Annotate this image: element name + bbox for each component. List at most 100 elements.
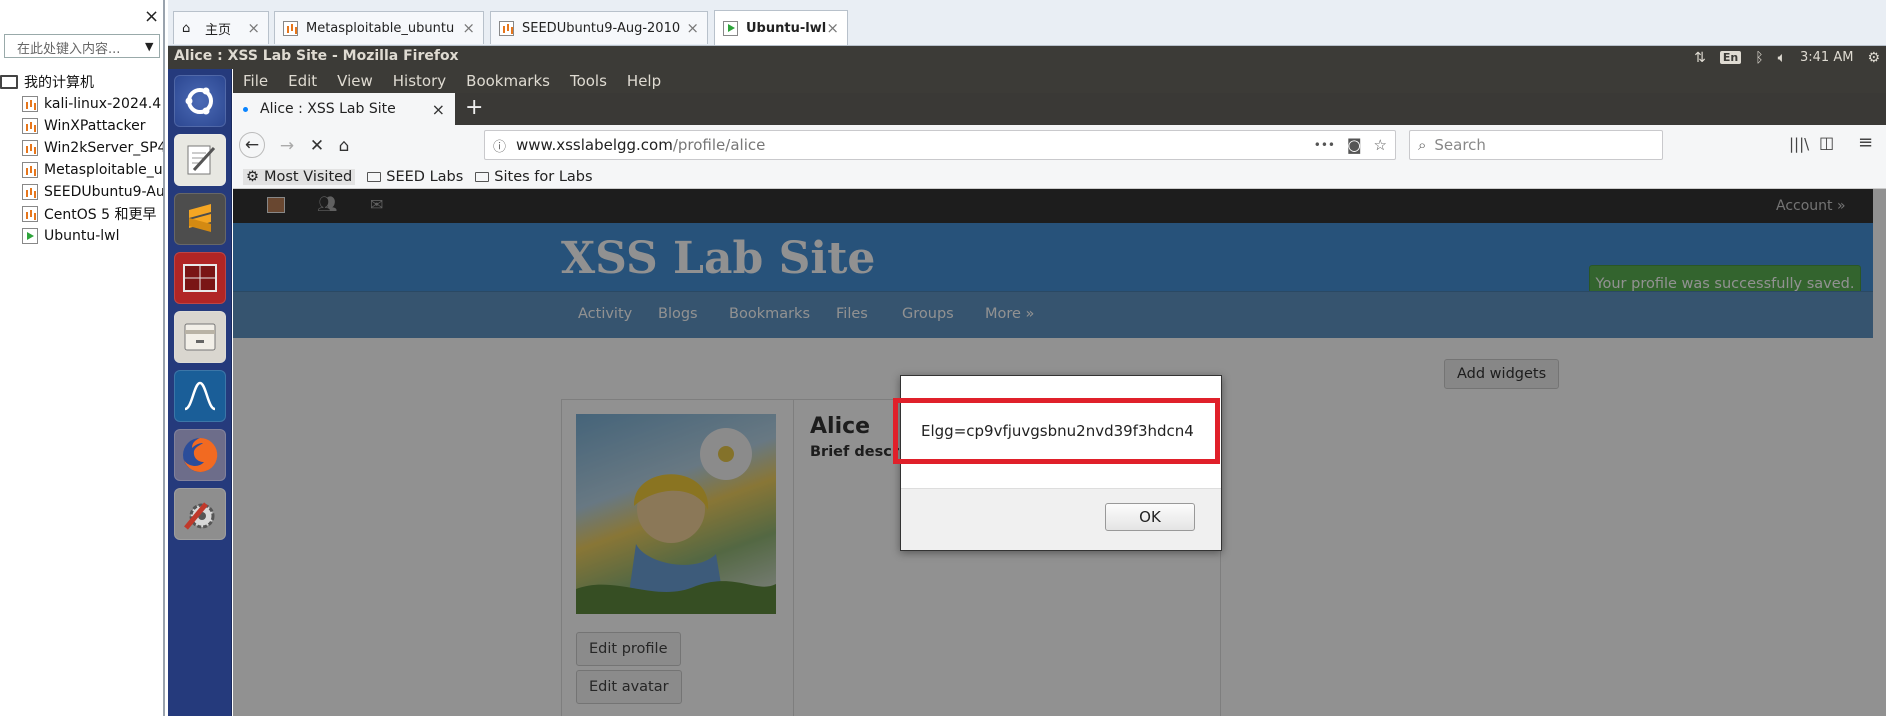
menu-tools[interactable]: Tools [570, 72, 607, 90]
vm-label: SEEDUbuntu9-Aug-2010 [44, 184, 163, 200]
network-icon[interactable]: ⇅ [1694, 50, 1706, 66]
tree-item-vm-active[interactable]: Ubuntu-lwl [22, 225, 163, 247]
loading-indicator [243, 106, 248, 112]
bookmark-label: Most Visited [264, 168, 353, 185]
ubuntu-top-panel: Alice : XSS Lab Site - Mozilla Firefox ⇅… [168, 46, 1886, 69]
gear-icon: ⚙ [246, 168, 259, 185]
library-icon[interactable]: |||\ [1789, 135, 1809, 153]
info-icon[interactable]: ⓘ [493, 136, 506, 155]
hamburger-menu-icon[interactable]: ≡ [1858, 132, 1873, 153]
vm-label: kali-linux-2024.4 [44, 96, 162, 112]
bookmark-label: SEED Labs [386, 168, 464, 185]
window-title: Alice : XSS Lab Site - Mozilla Firefox [174, 48, 459, 64]
page-actions-icon[interactable]: ••• [1314, 138, 1335, 152]
menu-bookmarks[interactable]: Bookmarks [466, 72, 550, 90]
tab-label: Ubuntu-lwl [746, 20, 827, 36]
bookmark-star-icon[interactable]: ☆ [1374, 136, 1387, 154]
tree-item-vm[interactable]: CentOS 5 和更早 [22, 203, 163, 225]
ubuntu-dash-icon[interactable] [174, 75, 226, 127]
menu-history[interactable]: History [393, 72, 446, 90]
home-button[interactable]: ⌂ [332, 134, 356, 158]
pocket-icon[interactable]: ◙ [1347, 136, 1362, 154]
text-editor-icon[interactable] [174, 134, 226, 186]
firefox-navbar: ← → ✕ ⌂ ⓘ www.xsslabelgg.com/profile/ali… [233, 125, 1886, 165]
tree-item-vm[interactable]: Metasploitable_ubuntu [22, 159, 163, 181]
keyboard-layout-indicator[interactable]: En [1719, 51, 1742, 64]
new-tab-button[interactable]: + [465, 95, 483, 120]
close-icon[interactable]: × [462, 19, 475, 37]
sidebar-icon[interactable]: ◫ [1819, 133, 1834, 152]
vm-search-input[interactable]: ? 在此处键入内容... [4, 34, 160, 58]
sublime-text-icon[interactable] [174, 193, 226, 245]
tree-item-vm[interactable]: WinXPattacker [22, 115, 163, 137]
computer-icon [0, 75, 18, 89]
vm-label: Ubuntu-lwl [44, 228, 120, 244]
close-icon[interactable]: × [686, 19, 699, 37]
alert-footer: OK [901, 488, 1221, 550]
bookmark-most-visited[interactable]: ⚙ Most Visited [243, 168, 356, 185]
search-icon: ⌕ [1418, 136, 1427, 154]
vm-library-panel: × ? 在此处键入内容... ▼ 我的计算机 kali-linux-2024.4… [0, 0, 165, 716]
search-placeholder: Search [1434, 136, 1486, 154]
tree-item-vm[interactable]: Win2kServer_SP4 [22, 137, 163, 159]
firefox-tab-strip: Alice : XSS Lab Site × + [233, 93, 1886, 125]
home-icon: ⌂ [182, 20, 191, 36]
menu-file[interactable]: File [243, 72, 268, 90]
tree-item-vm[interactable]: kali-linux-2024.4 [22, 93, 163, 115]
close-icon[interactable]: × [144, 6, 159, 27]
chevron-down-icon[interactable]: ▼ [145, 40, 153, 53]
gear-icon[interactable]: ⚙ [1867, 50, 1880, 66]
forward-button[interactable]: → [275, 134, 299, 158]
tree-item-vm[interactable]: SEEDUbuntu9-Aug-2010 [22, 181, 163, 203]
ok-button[interactable]: OK [1105, 503, 1195, 531]
running-vm-icon [22, 228, 38, 244]
browser-tab-active[interactable]: Alice : XSS Lab Site × [233, 93, 455, 125]
bookmark-sites-for-labs[interactable]: Sites for Labs [475, 169, 593, 185]
search-input[interactable]: ⌕ Search [1409, 130, 1663, 160]
close-icon[interactable]: × [247, 19, 260, 37]
menu-help[interactable]: Help [627, 72, 661, 90]
vm-icon [283, 20, 298, 36]
vm-label: WinXPattacker [44, 118, 146, 134]
unity-launcher [168, 69, 232, 716]
vm-tab-bar: ⌂ 主页 × Metasploitable_ubuntu × SEEDUbunt… [168, 0, 1886, 46]
tab-home[interactable]: ⌂ 主页 × [173, 11, 269, 44]
firefox-menubar: File Edit View History Bookmarks Tools H… [233, 69, 1886, 93]
wireshark-icon[interactable] [174, 370, 226, 422]
tab-ubuntu-lwl[interactable]: Ubuntu-lwl × [714, 10, 848, 45]
tab-metasploitable[interactable]: Metasploitable_ubuntu × [274, 11, 484, 44]
red-highlight-annotation [893, 398, 1220, 464]
system-tray: ⇅ En ᛒ 🔈︎ 3:41 AM ⚙ [1694, 46, 1880, 69]
folder-icon [367, 171, 382, 182]
vm-icon [22, 96, 38, 112]
stop-button[interactable]: ✕ [305, 134, 329, 158]
bookmark-seed-labs[interactable]: SEED Labs [367, 169, 463, 185]
bluetooth-icon[interactable]: ᛒ [1755, 50, 1763, 66]
vm-icon [22, 140, 38, 156]
terminal-icon[interactable] [174, 252, 226, 304]
vm-label: Metasploitable_ubuntu [44, 162, 163, 178]
vm-label: CentOS 5 和更早 [44, 207, 157, 223]
tab-label: SEEDUbuntu9-Aug-2010 [522, 20, 681, 36]
volume-icon[interactable]: 🔈︎ [1778, 50, 1786, 66]
bookmarks-toolbar: ⚙ Most Visited SEED Labs Sites for Labs [233, 165, 1886, 189]
close-icon[interactable]: × [432, 100, 445, 119]
tree-root-my-computer[interactable]: 我的计算机 [0, 71, 163, 93]
running-vm-icon [723, 20, 738, 36]
tree-root-label: 我的计算机 [24, 75, 94, 91]
system-settings-icon[interactable] [174, 488, 226, 540]
menu-edit[interactable]: Edit [288, 72, 317, 90]
menu-view[interactable]: View [337, 72, 373, 90]
tab-seedubuntu[interactable]: SEEDUbuntu9-Aug-2010 × [490, 11, 708, 44]
vm-icon [22, 118, 38, 134]
close-icon[interactable]: × [826, 19, 839, 37]
vm-icon [22, 206, 38, 222]
url-bar[interactable]: ⓘ www.xsslabelgg.com/profile/alice ••• ◙… [484, 130, 1396, 160]
browser-tab-title: Alice : XSS Lab Site [260, 101, 396, 117]
back-button[interactable]: ← [239, 132, 265, 158]
url-host: www.xsslabelgg.com [516, 136, 673, 154]
firefox-icon[interactable] [174, 429, 226, 481]
file-manager-icon[interactable] [174, 311, 226, 363]
url-path: /profile/alice [672, 136, 766, 154]
clock[interactable]: 3:41 AM [1800, 50, 1853, 65]
